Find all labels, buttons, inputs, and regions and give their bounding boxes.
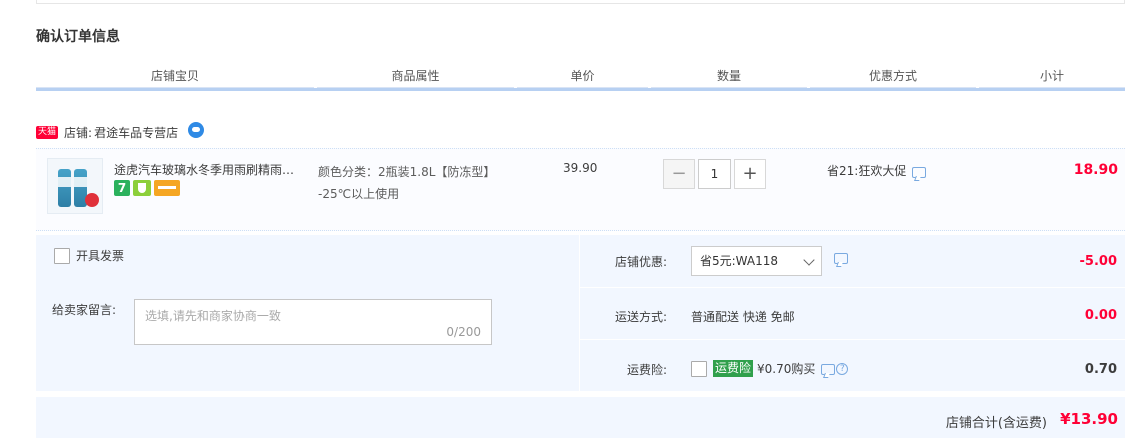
credit-card-icon[interactable] <box>154 180 180 196</box>
bottle-label <box>74 177 87 187</box>
increase-quantity-button[interactable]: + <box>734 159 766 189</box>
shop-label: 店铺: <box>64 125 93 140</box>
shop-coupon-selected: 省5元:WA118 <box>700 254 779 268</box>
col-header-attributes: 商品属性 <box>317 66 514 88</box>
section-title: 确认订单信息 <box>36 29 120 45</box>
bottle-label <box>58 177 71 187</box>
col-header-unit-price: 单价 <box>517 66 648 88</box>
unit-price: 39.90 <box>563 161 598 175</box>
tmall-badge-icon: 天猫 <box>36 125 59 139</box>
attribute-line: -25℃以上使用 <box>318 187 400 201</box>
buyer-options-panel: 开具发票 给卖家留言: 选填,请先和商家协商一致 0/200 <box>36 235 579 391</box>
item-subtotal: 18.90 <box>1073 162 1118 178</box>
order-item-row: 途虎汽车玻璃水冬季用雨刷精雨… 7 颜色分类：2瓶装1.8L【防冻型】 -25℃… <box>36 148 1125 231</box>
order-fees-panel: 店铺优惠: 省5元:WA118 -5.00 运送方式: 普通配送 快递 免邮 0… <box>580 235 1125 391</box>
shipping-method: 普通配送 快递 免邮 <box>691 310 795 324</box>
shop-total-label: 店铺合计(含运费) <box>945 416 1047 431</box>
chevron-down-icon <box>803 254 815 266</box>
freight-insurance-price: ¥0.70购买 <box>757 362 816 376</box>
comment-icon[interactable] <box>912 167 927 178</box>
comment-icon[interactable] <box>821 364 836 375</box>
invoice-checkbox[interactable] <box>54 247 70 264</box>
shop-coupon-row: 店铺优惠: 省5元:WA118 -5.00 <box>580 235 1125 286</box>
service-icons: 7 <box>114 180 180 198</box>
shipping-amount: 0.00 <box>1084 308 1117 323</box>
col-header-shop-item: 店铺宝贝 <box>36 66 314 88</box>
shop-total-bar: 店铺合计(含运费) ¥13.90 <box>36 397 1125 438</box>
invoice-option[interactable]: 开具发票 <box>54 247 124 264</box>
shipping-row: 运送方式: 普通配送 快递 免邮 0.00 <box>580 287 1125 338</box>
help-icon[interactable]: ? <box>836 362 849 375</box>
memo-placeholder: 选填,请先和商家协商一致 <box>145 309 281 323</box>
shop-total-value: ¥13.90 <box>1060 410 1118 428</box>
seller-memo-textarea[interactable]: 选填,请先和商家协商一致 0/200 <box>134 299 492 345</box>
chat-seller-icon[interactable] <box>188 122 205 138</box>
quantity-stepper: − 1 + <box>663 159 766 189</box>
col-header-subtotal: 小计 <box>979 66 1125 88</box>
memo-char-counter: 0/200 <box>446 325 481 339</box>
order-table-header: 店铺宝贝 商品属性 单价 数量 优惠方式 小计 <box>36 66 1125 91</box>
product-attributes: 颜色分类：2瓶装1.8L【防冻型】 -25℃以上使用 <box>318 161 528 205</box>
promotion-text: 省21:狂欢大促 <box>827 164 907 178</box>
comment-icon[interactable] <box>834 253 848 264</box>
seven-day-return-icon[interactable]: 7 <box>114 180 130 196</box>
promo-sticker <box>85 193 99 207</box>
freight-insurance-option[interactable]: 运费险 ¥0.70购买 ? <box>691 360 849 377</box>
col-header-quantity: 数量 <box>651 66 807 88</box>
bottle-image <box>58 169 71 207</box>
product-title-link[interactable]: 途虎汽车玻璃水冬季用雨刷精雨… <box>114 161 310 178</box>
decrease-quantity-button[interactable]: − <box>663 159 695 189</box>
freight-insurance-checkbox[interactable] <box>691 360 707 377</box>
quality-guarantee-icon[interactable] <box>133 180 151 196</box>
freight-insurance-tag: 运费险 <box>713 360 754 377</box>
invoice-label: 开具发票 <box>76 249 125 263</box>
header-divider <box>36 88 1125 91</box>
previous-section-box <box>36 0 1125 4</box>
col-header-discount: 优惠方式 <box>810 66 976 88</box>
quantity-input[interactable]: 1 <box>698 159 731 189</box>
item-promotion: 省21:狂欢大促 <box>827 162 927 179</box>
shop-coupon-amount: -5.00 <box>1079 254 1117 269</box>
shop-row: 天猫 店铺: 君途车品专营店 <box>36 122 205 142</box>
shop-coupon-select[interactable]: 省5元:WA118 <box>691 246 822 276</box>
shipping-label: 运送方式: <box>614 310 667 324</box>
memo-label: 给卖家留言: <box>52 303 117 317</box>
freight-insurance-row: 运费险: 运费险 ¥0.70购买 ? 0.70 <box>580 339 1125 390</box>
shop-coupon-label: 店铺优惠: <box>614 255 667 269</box>
product-thumbnail[interactable] <box>47 158 103 214</box>
freight-insurance-amount: 0.70 <box>1084 362 1117 377</box>
freight-insurance-label: 运费险: <box>626 363 667 377</box>
attribute-line: 颜色分类：2瓶装1.8L【防冻型】 <box>318 165 496 179</box>
shop-name-link[interactable]: 君途车品专营店 <box>94 124 178 141</box>
